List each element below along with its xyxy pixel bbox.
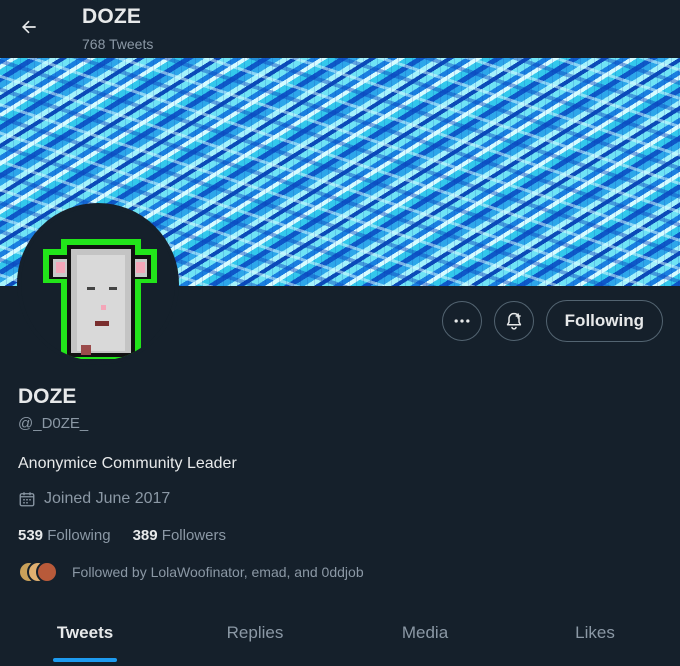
followed-by[interactable]: Followed by LolaWoofinator, emad, and 0d… [18, 561, 364, 583]
tweet-count: 768 Tweets [82, 36, 154, 52]
tab-replies[interactable]: Replies [170, 610, 340, 666]
more-button[interactable] [441, 301, 482, 341]
tab-label: Likes [575, 623, 615, 642]
tab-media[interactable]: Media [340, 610, 510, 666]
tab-label: Replies [226, 623, 284, 642]
tab-likes[interactable]: Likes [510, 610, 680, 666]
tab-tweets[interactable]: Tweets [0, 610, 170, 666]
calendar-icon [19, 492, 35, 507]
display-name: DOZE [18, 385, 77, 408]
tab-label: Media [401, 623, 449, 642]
followers-label: Followers [161, 527, 226, 544]
active-tab-indicator [53, 658, 117, 662]
follower-avatar [36, 561, 58, 583]
username: @_D0ZE_ [18, 415, 89, 432]
avatar[interactable] [17, 203, 179, 365]
following-link[interactable]: 539 Following [18, 527, 111, 544]
back-button[interactable] [12, 10, 46, 44]
page-title: DOZE [82, 5, 142, 28]
follower-avatars [18, 561, 58, 583]
followers-link[interactable]: 389 Followers [133, 527, 226, 544]
bell-plus-icon [506, 312, 521, 330]
notifications-button[interactable] [493, 301, 534, 341]
follow-stats: 539 Following 389 Followers [18, 527, 226, 544]
more-icon [454, 319, 470, 323]
followers-count: 389 [132, 527, 158, 544]
profile-actions: Following [441, 300, 663, 342]
arrow-left-icon [22, 20, 36, 34]
bio: Anonymice Community Leader [18, 455, 237, 472]
following-button[interactable]: Following [545, 300, 663, 342]
profile-tabs: Tweets Replies Media Likes [0, 610, 680, 666]
followed-by-text: Followed by LolaWoofinator, emad, and 0d… [72, 564, 364, 580]
following-count: 539 [18, 527, 44, 544]
top-bar: DOZE 768 Tweets [0, 0, 680, 58]
joined-date: Joined June 2017 [18, 490, 170, 508]
following-label: Following [47, 527, 111, 544]
joined-text: Joined June 2017 [44, 490, 171, 507]
